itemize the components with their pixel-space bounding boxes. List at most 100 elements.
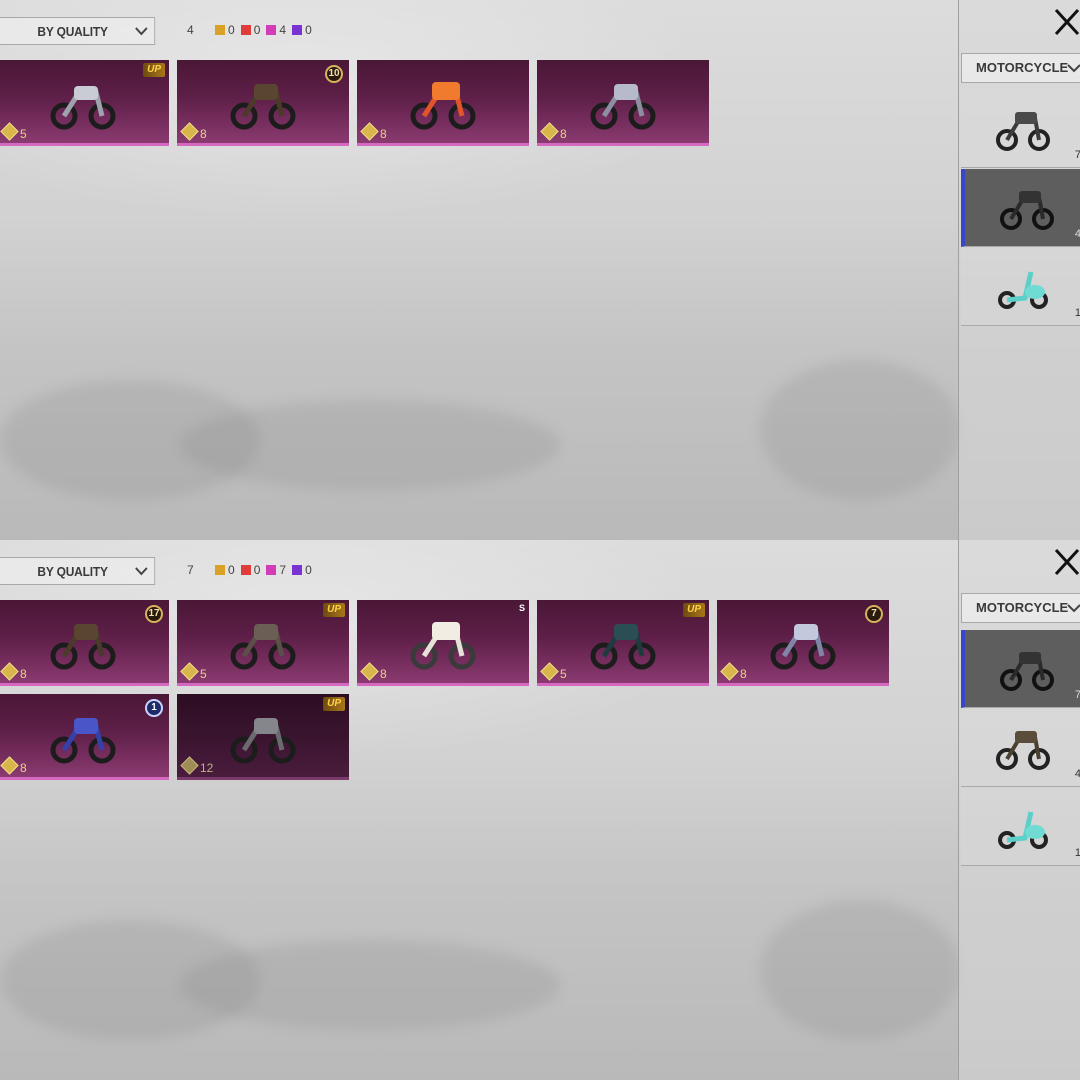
motorcycle-icon bbox=[410, 622, 476, 670]
coin-icon bbox=[180, 122, 199, 141]
coin-icon bbox=[0, 662, 19, 681]
coin-icon bbox=[540, 662, 559, 681]
card-count: 5 bbox=[560, 667, 567, 681]
gold-square-icon bbox=[215, 25, 225, 35]
chevron-down-icon bbox=[135, 567, 148, 576]
coin-icon bbox=[0, 756, 19, 775]
stat-purple: 0 bbox=[292, 563, 312, 577]
card-count: 5 bbox=[200, 667, 207, 681]
card-count: 8 bbox=[380, 667, 387, 681]
level-badge: 7 bbox=[865, 605, 883, 623]
vehicle-type-dropdown[interactable]: MOTORCYCLE bbox=[961, 53, 1080, 83]
total-count: 7 bbox=[187, 563, 194, 577]
coin-icon bbox=[0, 122, 19, 141]
chevron-down-icon bbox=[1067, 64, 1080, 73]
sidebar-vehicle-item[interactable]: 7 bbox=[961, 90, 1080, 168]
sidebar-vehicle-item[interactable]: 1 bbox=[961, 248, 1080, 326]
background-scene bbox=[0, 320, 960, 540]
sort-dropdown[interactable]: BY QUALITY bbox=[0, 17, 156, 45]
upgradable-badge: UP bbox=[323, 697, 345, 711]
stat-pink: 7 bbox=[266, 563, 286, 577]
card-count: 5 bbox=[20, 127, 27, 141]
motorcycle-icon bbox=[410, 82, 476, 130]
level-badge: 1 bbox=[145, 699, 163, 717]
sort-dropdown-label: BY QUALITY bbox=[37, 563, 108, 579]
card-count: 12 bbox=[200, 761, 214, 775]
sidebar-vehicle-item[interactable]: 7 bbox=[961, 630, 1080, 708]
sidebar-vehicle-item[interactable]: 4 bbox=[961, 169, 1080, 247]
sort-dropdown[interactable]: BY QUALITY bbox=[0, 557, 156, 585]
motorcycle-icon bbox=[230, 84, 296, 130]
vehicle-count: 4 bbox=[1074, 768, 1080, 780]
quality-stats: 0 0 7 0 bbox=[215, 563, 312, 577]
chevron-down-icon bbox=[135, 27, 148, 36]
coin-icon bbox=[720, 662, 739, 681]
vehicle-count: 1 bbox=[1074, 847, 1080, 859]
motorcycle-icon bbox=[230, 624, 296, 670]
pink-square-icon bbox=[266, 565, 277, 575]
upgradable-badge: UP bbox=[323, 603, 345, 617]
motorcycle-icon bbox=[590, 624, 656, 670]
skin-card[interactable]: S 8 bbox=[357, 600, 529, 686]
sidebar-vehicle-item[interactable]: 4 bbox=[961, 709, 1080, 787]
garage-panel-bottom: BY QUALITY 7 0 0 7 0 17 8 UP 5 S 8 UP 5 … bbox=[0, 540, 1080, 1080]
skin-card[interactable]: UP 5 bbox=[0, 60, 169, 146]
motorcycle-icon bbox=[770, 624, 836, 670]
card-count: 8 bbox=[740, 667, 747, 681]
skin-card[interactable]: UP 5 bbox=[177, 600, 349, 686]
coin-icon bbox=[360, 662, 379, 681]
motorcycle-icon bbox=[50, 718, 116, 764]
vehicle-count: 7 bbox=[1074, 149, 1080, 161]
skin-card[interactable]: 8 bbox=[537, 60, 709, 146]
motorcycle-icon bbox=[230, 718, 296, 764]
vehicle-count: 7 bbox=[1074, 689, 1080, 701]
skin-card[interactable]: 7 8 bbox=[717, 600, 889, 686]
close-icon[interactable] bbox=[1053, 546, 1080, 578]
motorcycle-icon bbox=[590, 84, 656, 130]
red-square-icon bbox=[240, 25, 251, 35]
motorcycle-icon bbox=[1000, 191, 1054, 230]
stat-red: 0 bbox=[240, 563, 260, 577]
skin-card[interactable]: UP 5 bbox=[537, 600, 709, 686]
motorcycle-icon bbox=[996, 731, 1050, 770]
motorcycle-icon bbox=[996, 112, 1050, 151]
close-icon[interactable] bbox=[1053, 6, 1080, 38]
card-count: 8 bbox=[20, 761, 27, 775]
vehicle-count: 1 bbox=[1074, 307, 1080, 319]
garage-panel-top: BY QUALITY 4 0 0 4 0 UP 5 10 8 8 8 MOTOR… bbox=[0, 0, 1080, 540]
skin-card[interactable]: 8 bbox=[357, 60, 529, 146]
coin-icon bbox=[180, 662, 199, 681]
skin-card[interactable]: 10 8 bbox=[177, 60, 349, 146]
coin-icon bbox=[540, 122, 559, 141]
skin-card[interactable]: UP 12 bbox=[177, 694, 349, 780]
coin-icon bbox=[180, 756, 199, 775]
pink-square-icon bbox=[266, 25, 277, 35]
chevron-down-icon bbox=[1067, 604, 1080, 613]
motorcycle-icon bbox=[50, 624, 116, 670]
card-count: 8 bbox=[20, 667, 27, 681]
coin-icon bbox=[360, 122, 379, 141]
vehicle-type-label: MOTORCYCLE bbox=[976, 600, 1069, 615]
level-badge: 17 bbox=[145, 605, 163, 623]
skin-card[interactable]: 1 8 bbox=[0, 694, 169, 780]
vehicle-count: 4 bbox=[1074, 228, 1080, 240]
upgradable-badge: UP bbox=[683, 603, 705, 617]
motorcycle-icon bbox=[1000, 652, 1054, 691]
gold-square-icon bbox=[215, 565, 225, 575]
stat-gold: 0 bbox=[215, 23, 235, 37]
purple-square-icon bbox=[292, 25, 303, 35]
vehicle-type-sidebar: MOTORCYCLE 7 4 1 bbox=[958, 0, 1080, 540]
level-badge: 10 bbox=[325, 65, 343, 83]
upgradable-badge: UP bbox=[143, 63, 165, 77]
purple-square-icon bbox=[292, 565, 303, 575]
total-count: 4 bbox=[187, 23, 194, 37]
scooter-icon bbox=[998, 811, 1048, 849]
vehicle-type-dropdown[interactable]: MOTORCYCLE bbox=[961, 593, 1080, 623]
skin-card[interactable]: 17 8 bbox=[0, 600, 169, 686]
vehicle-type-label: MOTORCYCLE bbox=[976, 60, 1069, 75]
brand-badge: S bbox=[518, 603, 525, 613]
stat-purple: 0 bbox=[292, 23, 312, 37]
scooter-icon bbox=[998, 271, 1048, 309]
card-count: 8 bbox=[200, 127, 207, 141]
sidebar-vehicle-item[interactable]: 1 bbox=[961, 788, 1080, 866]
